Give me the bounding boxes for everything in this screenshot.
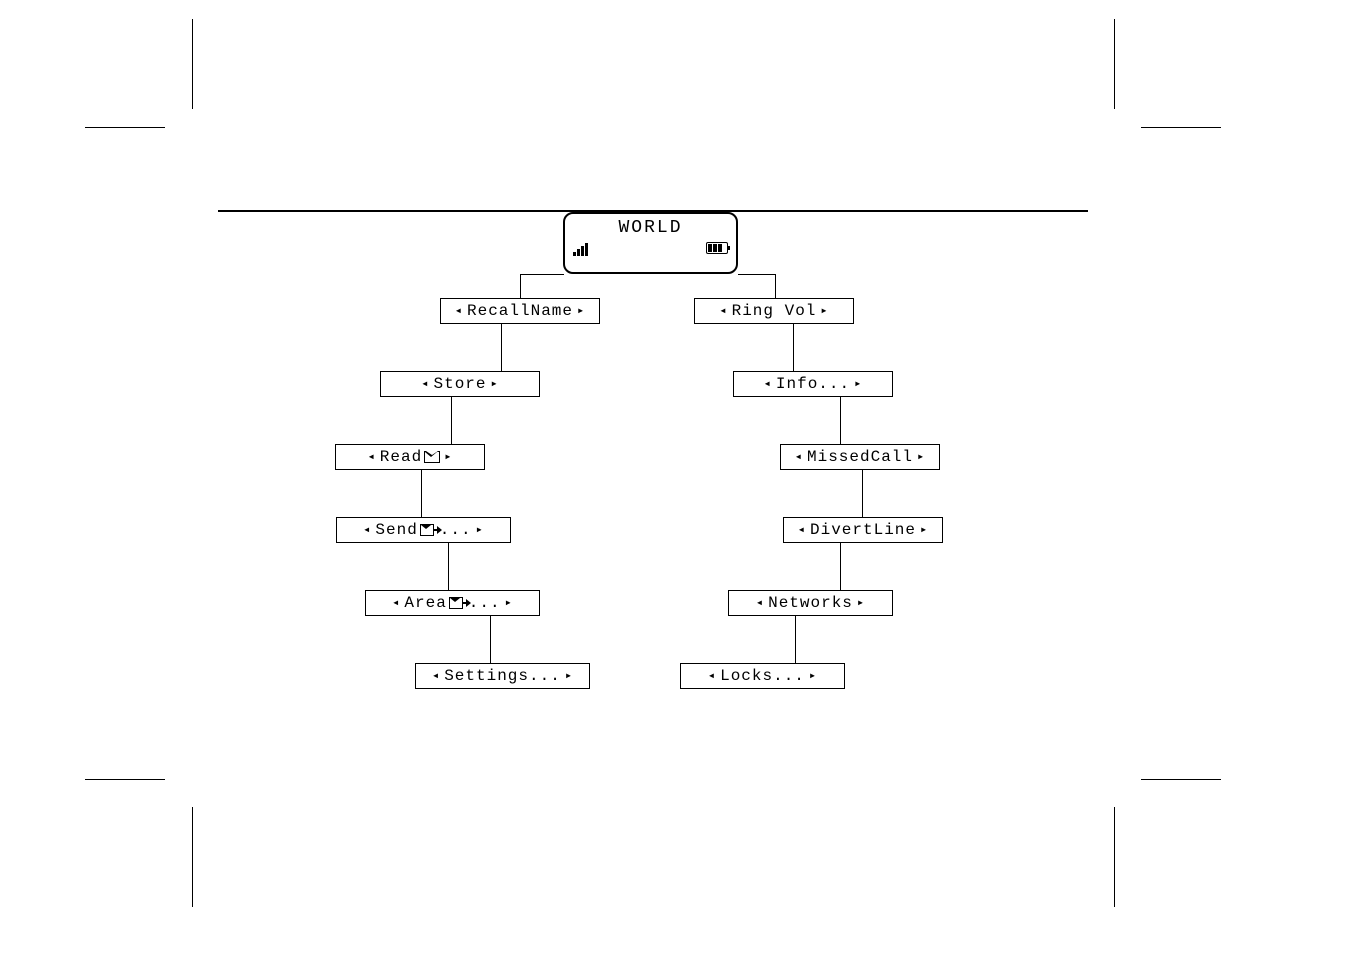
arrow-right-icon: ▸ (505, 597, 513, 609)
menu-locks[interactable]: ◂ Locks... ▸ (680, 663, 845, 689)
lcd-screen: WORLD (563, 212, 738, 274)
connector (840, 543, 841, 590)
arrow-right-icon: ▸ (444, 451, 452, 463)
arrow-right-icon: ▸ (920, 524, 928, 536)
arrow-right-icon: ▸ (809, 670, 817, 682)
arrow-left-icon: ◂ (708, 670, 716, 682)
menu-label: Locks... (720, 667, 805, 685)
menu-label: Read (380, 448, 440, 466)
arrow-left-icon: ◂ (795, 451, 803, 463)
connector (448, 543, 449, 590)
arrow-left-icon: ◂ (756, 597, 764, 609)
battery-icon (706, 242, 728, 254)
crop-mark (85, 127, 165, 128)
arrow-left-icon: ◂ (798, 524, 806, 536)
menu-label: Area... (404, 594, 500, 612)
connector (451, 397, 452, 444)
menu-label: Settings... (444, 667, 561, 685)
menu-label: Networks (768, 594, 853, 612)
menu-settings[interactable]: ◂ Settings... ▸ (415, 663, 590, 689)
arrow-right-icon: ▸ (476, 524, 484, 536)
crop-mark (192, 807, 193, 907)
connector (793, 324, 794, 371)
menu-info[interactable]: ◂ Info... ▸ (733, 371, 893, 397)
menu-area[interactable]: ◂ Area... ▸ (365, 590, 540, 616)
arrow-right-icon: ▸ (577, 305, 585, 317)
arrow-left-icon: ◂ (421, 378, 429, 390)
menu-label: RecallName (467, 302, 573, 320)
menu-send[interactable]: ◂ Send... ▸ (336, 517, 511, 543)
crop-mark (192, 19, 193, 109)
connector (840, 397, 841, 444)
arrow-left-icon: ◂ (392, 597, 400, 609)
menu-missedcall[interactable]: ◂ MissedCall ▸ (780, 444, 940, 470)
connector (421, 470, 422, 517)
menu-label: MissedCall (807, 448, 913, 466)
arrow-right-icon: ▸ (565, 670, 573, 682)
menu-store[interactable]: ◂ Store ▸ (380, 371, 540, 397)
crop-mark (1114, 19, 1115, 109)
menu-label: Ring Vol (732, 302, 817, 320)
crop-mark (1114, 807, 1115, 907)
arrow-right-icon: ▸ (820, 305, 828, 317)
menu-recallname[interactable]: ◂ RecallName ▸ (440, 298, 600, 324)
connector (520, 274, 564, 275)
connector (775, 274, 776, 298)
connector (738, 274, 776, 275)
connector (501, 324, 502, 371)
arrow-left-icon: ◂ (455, 305, 463, 317)
menu-read[interactable]: ◂ Read ▸ (335, 444, 485, 470)
arrow-left-icon: ◂ (432, 670, 440, 682)
crop-mark (1141, 127, 1221, 128)
send-icon (420, 524, 440, 536)
arrow-right-icon: ▸ (917, 451, 925, 463)
lcd-title: WORLD (618, 218, 682, 238)
menu-label: Send... (375, 521, 471, 539)
crop-mark (85, 779, 165, 780)
menu-divertline[interactable]: ◂ DivertLine ▸ (783, 517, 943, 543)
envelope-icon (424, 451, 440, 463)
connector (862, 470, 863, 517)
connector (490, 616, 491, 663)
arrow-right-icon: ▸ (854, 378, 862, 390)
menu-label: Store (433, 375, 486, 393)
arrow-right-icon: ▸ (857, 597, 865, 609)
menu-label: DivertLine (810, 521, 916, 539)
arrow-left-icon: ◂ (368, 451, 376, 463)
connector (520, 274, 521, 298)
arrow-right-icon: ▸ (491, 378, 499, 390)
menu-networks[interactable]: ◂ Networks ▸ (728, 590, 893, 616)
arrow-left-icon: ◂ (363, 524, 371, 536)
send-icon (449, 597, 469, 609)
arrow-left-icon: ◂ (764, 378, 772, 390)
connector (795, 616, 796, 663)
arrow-left-icon: ◂ (719, 305, 727, 317)
menu-ring-vol[interactable]: ◂ Ring Vol ▸ (694, 298, 854, 324)
crop-mark (1141, 779, 1221, 780)
signal-icon (573, 242, 588, 256)
menu-label: Info... (776, 375, 850, 393)
